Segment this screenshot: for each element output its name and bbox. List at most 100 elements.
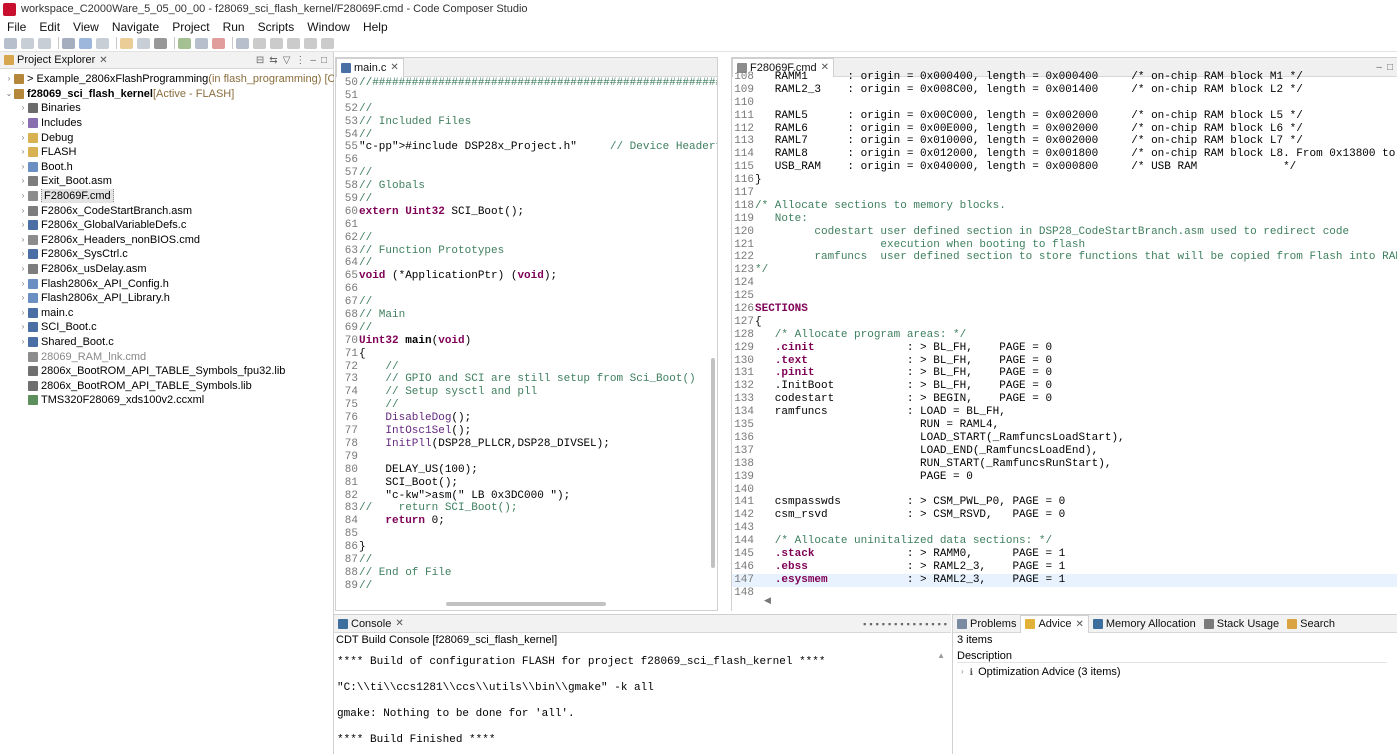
toolbar-button-icon[interactable]: [304, 37, 317, 49]
toolbar-button-icon[interactable]: [96, 37, 109, 49]
code-line[interactable]: 55 "c-pp">#include DSP28x_Project.h" // D…: [336, 141, 717, 154]
code-line[interactable]: 76 DisableDog();: [336, 412, 717, 425]
tree-item[interactable]: › > Example_2806xFlashProgramming (in fla…: [0, 72, 334, 87]
code-line[interactable]: 69//: [336, 322, 717, 335]
expand-icon[interactable]: ⌄: [4, 87, 14, 101]
console-tool-icon[interactable]: ▪: [938, 619, 941, 629]
view-menu-icon[interactable]: ⋮: [295, 55, 305, 66]
menu-help[interactable]: Help: [363, 20, 388, 34]
code-line[interactable]: 75 //: [336, 399, 717, 412]
advice-row[interactable]: › ℹ Optimization Advice (3 items): [961, 665, 1121, 679]
vertical-scrollbar[interactable]: [711, 358, 715, 568]
console-tool-icon[interactable]: ▪: [931, 619, 934, 629]
minimize-icon[interactable]: –: [310, 55, 316, 66]
tab-problems[interactable]: Problems: [953, 615, 1020, 633]
close-icon[interactable]: ✕: [99, 55, 107, 66]
expand-icon[interactable]: ›: [18, 291, 28, 305]
code-line[interactable]: 71{: [336, 348, 717, 361]
menu-window[interactable]: Window: [307, 20, 350, 34]
code-line[interactable]: 123 */: [732, 264, 1397, 277]
code-line[interactable]: 141 csmpasswds : > CSM_PWL_P0, PAGE = 0: [732, 496, 1397, 509]
code-line[interactable]: 134 ramfuncs : LOAD = BL_FH,: [732, 406, 1397, 419]
code-line[interactable]: 118/* Allocate sections to memory blocks…: [732, 200, 1397, 213]
code-line[interactable]: 63// Function Prototypes: [336, 245, 717, 258]
console-tool-icon[interactable]: ▪: [925, 619, 928, 629]
tab-memory-allocation[interactable]: Memory Allocation: [1089, 615, 1200, 633]
code-line[interactable]: 125: [732, 290, 1397, 303]
code-line[interactable]: 110: [732, 97, 1397, 110]
code-line[interactable]: 74 // Setup sysctl and pll: [336, 386, 717, 399]
tree-item[interactable]: › Includes: [0, 116, 334, 131]
code-line[interactable]: 144 /* Allocate uninitalized data sectio…: [732, 535, 1397, 548]
expand-icon[interactable]: ›: [18, 233, 28, 247]
scroll-left-icon[interactable]: ◀: [764, 595, 771, 606]
code-line[interactable]: 53// Included Files: [336, 116, 717, 129]
code-line[interactable]: 142 csm_rsvd : > CSM_RSVD, PAGE = 0: [732, 509, 1397, 522]
console-output[interactable]: **** Build of configuration FLASH for pr…: [334, 649, 944, 753]
code-line[interactable]: 130 .text : > BL_FH, PAGE = 0: [732, 355, 1397, 368]
toolbar-button-icon[interactable]: [120, 37, 133, 49]
expand-icon[interactable]: ›: [18, 306, 28, 320]
expand-icon[interactable]: ›: [18, 218, 28, 232]
code-line[interactable]: 72 //: [336, 361, 717, 374]
toolbar-button-icon[interactable]: [287, 37, 300, 49]
code-line[interactable]: 79: [336, 451, 717, 464]
maximize-icon[interactable]: □: [321, 55, 327, 66]
collapse-all-icon[interactable]: ⊟: [256, 55, 264, 66]
menu-navigate[interactable]: Navigate: [112, 20, 159, 34]
code-line[interactable]: 112 RAML6 : origin = 0x00E000, length = …: [732, 123, 1397, 136]
console-tool-icon[interactable]: ▪: [863, 619, 866, 629]
tree-item[interactable]: › Shared_Boot.c: [0, 335, 334, 350]
close-icon[interactable]: ✕: [395, 618, 403, 629]
expand-icon[interactable]: ›: [961, 665, 964, 679]
code-line[interactable]: 78 InitPll(DSP28_PLLCR,DSP28_DIVSEL);: [336, 438, 717, 451]
expand-icon[interactable]: ›: [18, 335, 28, 349]
code-line[interactable]: 137 LOAD_END(_RamfuncsLoadEnd),: [732, 445, 1397, 458]
toolbar-button-icon[interactable]: [38, 37, 51, 49]
code-line[interactable]: 136 LOAD_START(_RamfuncsLoadStart),: [732, 432, 1397, 445]
code-line[interactable]: 120 codestart user defined section in DS…: [732, 226, 1397, 239]
expand-icon[interactable]: ›: [18, 174, 28, 188]
code-line[interactable]: 59//: [336, 193, 717, 206]
menu-scripts[interactable]: Scripts: [258, 20, 295, 34]
code-line[interactable]: 86}: [336, 541, 717, 554]
tree-item[interactable]: ⌄ f28069_sci_flash_kernel [Active - FLASH…: [0, 87, 334, 102]
cmd-code[interactable]: 108 RAMM1 : origin = 0x000400, length = …: [732, 71, 1397, 597]
code-line[interactable]: 114 RAML8 : origin = 0x012000, length = …: [732, 148, 1397, 161]
code-line[interactable]: 132 .InitBoot : > BL_FH, PAGE = 0: [732, 380, 1397, 393]
menu-run[interactable]: Run: [223, 20, 245, 34]
code-line[interactable]: 65 void (*ApplicationPtr) (void);: [336, 270, 717, 283]
toolbar-button-icon[interactable]: [21, 37, 34, 49]
code-line[interactable]: 116}: [732, 174, 1397, 187]
code-line[interactable]: 56: [336, 154, 717, 167]
console-tool-icon[interactable]: ▪: [907, 619, 910, 629]
code-line[interactable]: 121 execution when booting to flash: [732, 239, 1397, 252]
code-line[interactable]: 148: [732, 587, 1397, 597]
expand-icon[interactable]: ›: [18, 247, 28, 261]
menu-edit[interactable]: Edit: [39, 20, 60, 34]
code-line[interactable]: 129 .cinit : > BL_FH, PAGE = 0: [732, 342, 1397, 355]
code-line[interactable]: 135 RUN = RAML4,: [732, 419, 1397, 432]
code-line[interactable]: 119 Note:: [732, 213, 1397, 226]
code-line[interactable]: 82 "c-kw">asm(" LB 0x3DC000 ");: [336, 490, 717, 503]
tree-item[interactable]: › Flash2806x_API_Config.h: [0, 276, 334, 291]
tree-item[interactable]: › Boot.h: [0, 160, 334, 175]
toolbar-button-icon[interactable]: [212, 37, 225, 49]
code-line[interactable]: 147 .esysmem : > RAML2_3, PAGE = 1: [732, 573, 1397, 587]
link-with-editor-icon[interactable]: ⇆: [269, 55, 277, 66]
toolbar-button-icon[interactable]: [270, 37, 283, 49]
code-line[interactable]: 127{: [732, 316, 1397, 329]
code-line[interactable]: 138 RUN_START(_RamfuncsRunStart),: [732, 458, 1397, 471]
code-line[interactable]: 109 RAML2_3 : origin = 0x008C00, length …: [732, 84, 1397, 97]
code-line[interactable]: 58// Globals: [336, 180, 717, 193]
toolbar-button-icon[interactable]: [253, 37, 266, 49]
tree-item[interactable]: › FLASH: [0, 145, 334, 160]
console-tool-icon[interactable]: ▪: [882, 619, 885, 629]
description-column-header[interactable]: Description: [957, 649, 1387, 663]
code-line[interactable]: 122 ramfuncs user defined section to sto…: [732, 251, 1397, 264]
console-tool-icon[interactable]: ▪: [919, 619, 922, 629]
code-line[interactable]: 61: [336, 219, 717, 232]
expand-icon[interactable]: ›: [18, 277, 28, 291]
expand-icon[interactable]: ›: [18, 189, 28, 203]
code-line[interactable]: 70 Uint32 main(void): [336, 335, 717, 348]
